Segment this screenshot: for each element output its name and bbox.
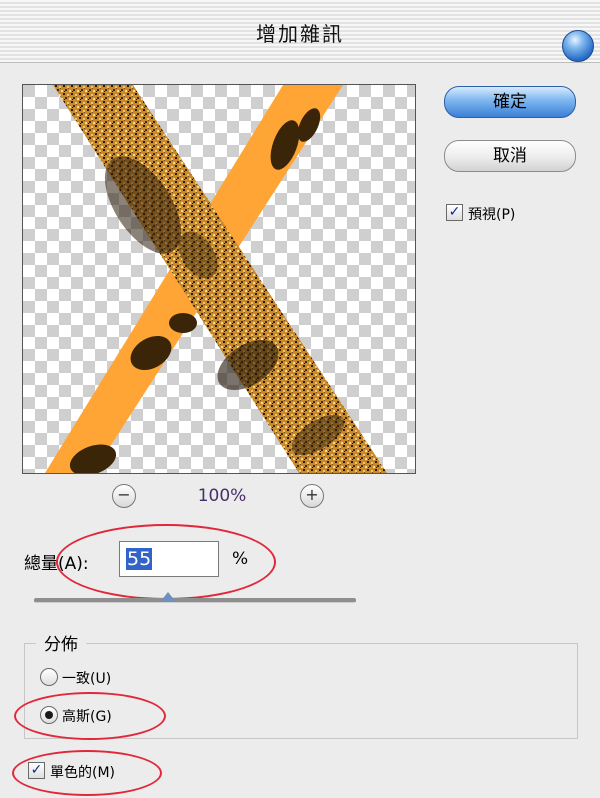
preview-checkbox-label: 預視(P)	[468, 207, 516, 223]
title-bar: 增加雜訊	[0, 0, 600, 63]
preview-canvas[interactable]	[22, 84, 416, 474]
highlight-ring-amount	[56, 524, 276, 600]
highlight-ring-gaussian	[14, 692, 166, 740]
dialog-title: 增加雜訊	[256, 22, 344, 46]
checkmark-icon: ✓	[448, 204, 461, 220]
zoom-out-button[interactable]: −	[112, 484, 136, 508]
amount-slider-thumb[interactable]	[160, 592, 176, 602]
preview-checkbox[interactable]: ✓	[446, 204, 463, 221]
radio-uniform-label: 一致(U)	[62, 671, 112, 687]
amount-slider-track[interactable]	[34, 598, 356, 603]
ok-button[interactable]: 確定	[444, 86, 576, 118]
add-noise-dialog: 增加雜訊 − 100% + 確定 取消 ✓ 預視(P) 總量(A): 55 % …	[0, 0, 600, 798]
highlight-ring-monochrome	[12, 750, 162, 796]
distribution-title: 分佈	[36, 630, 86, 655]
preview-image	[23, 85, 415, 473]
radio-uniform[interactable]	[40, 668, 58, 686]
zoom-level: 100%	[197, 486, 247, 506]
window-orb-icon[interactable]	[562, 30, 594, 62]
zoom-controls: − 100% +	[22, 482, 414, 510]
cancel-button[interactable]: 取消	[444, 140, 576, 172]
zoom-in-button[interactable]: +	[300, 484, 324, 508]
